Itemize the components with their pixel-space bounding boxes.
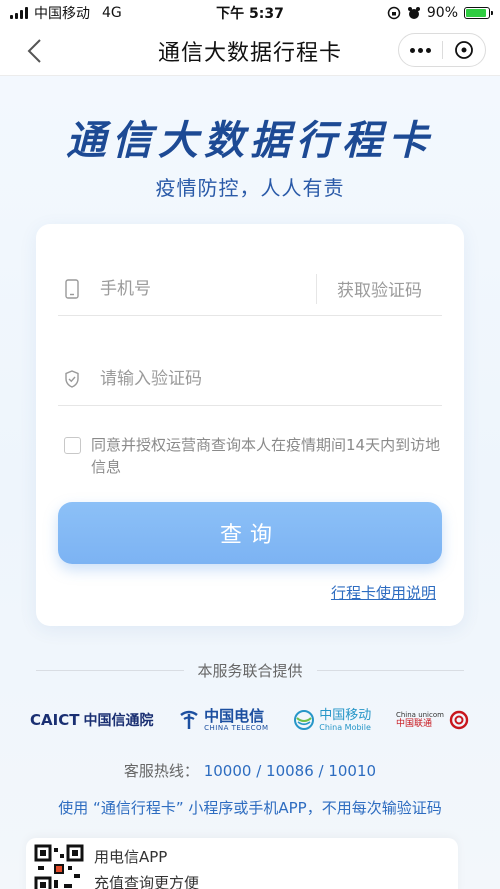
china-unicom-en: China unicom xyxy=(395,710,444,719)
phone-input[interactable] xyxy=(90,262,310,315)
phone-icon xyxy=(64,278,90,299)
caict-mark: CAICT xyxy=(30,711,80,729)
app-banner-subtitle: 充值查询更方便 xyxy=(94,874,200,889)
app-banner-title: 用电信APP xyxy=(94,848,168,866)
phone-field-row: 获取验证码 xyxy=(58,262,442,316)
battery-fill xyxy=(466,9,486,17)
telecom-app-banner[interactable]: 用电信APP 充值查询更方便 xyxy=(26,838,458,889)
signal-icon xyxy=(10,7,28,19)
code-input[interactable] xyxy=(90,352,420,405)
caict-name: 中国信通院 xyxy=(83,713,154,729)
promo-text[interactable]: 使用 “通信行程卡” 小程序或手机APP，不用每次输验证码 xyxy=(0,797,500,818)
nav-bar: 通信大数据行程卡 xyxy=(0,26,500,76)
china-mobile-name: 中国移动 xyxy=(319,708,372,723)
qr-code-icon xyxy=(34,844,84,889)
network-label: 4G xyxy=(102,5,122,21)
hotline-numbers[interactable]: 10000 / 10086 / 10010 xyxy=(204,762,376,780)
usage-guide-link[interactable]: 行程卡使用说明 xyxy=(331,582,436,603)
provided-by-row: 本服务联合提供 xyxy=(36,660,465,680)
battery-percent: 90% xyxy=(426,5,458,21)
shield-check-icon xyxy=(64,369,90,388)
china-telecom-name: 中国电信 xyxy=(204,707,265,725)
chevron-left-icon xyxy=(27,39,41,63)
caict-logo: CAICT 中国信通院 xyxy=(30,710,153,730)
back-button[interactable] xyxy=(22,36,50,66)
china-unicom-knot-icon xyxy=(449,710,469,730)
alarm-icon xyxy=(407,7,420,19)
status-left: 中国移动 4G xyxy=(10,3,180,23)
provider-logos: CAICT 中国信通院 中国电信 CHINA TELECOM 中国移动 Chin… xyxy=(30,700,470,740)
get-code-button[interactable]: 获取验证码 xyxy=(317,276,442,301)
status-time: 下午 5:37 xyxy=(216,6,284,22)
china-telecom-en: CHINA TELECOM xyxy=(204,724,269,732)
carrier-label: 中国移动 xyxy=(34,6,90,22)
agreement-text: 同意并授权运营商查询本人在疫情期间14天内到访地信息 xyxy=(91,436,441,476)
status-bar: 中国移动 4G 下午 5:37 90% xyxy=(0,0,500,26)
close-mini-program-button[interactable] xyxy=(443,34,486,66)
china-telecom-icon xyxy=(180,710,198,729)
code-field-row xyxy=(58,352,442,406)
query-form-card: 获取验证码 同意并授权运营商查询本人在疫情期间14天内到访地信息 查询 行程卡使… xyxy=(36,224,464,626)
china-mobile-logo: 中国移动 China Mobile xyxy=(293,708,371,732)
lock-rotation-icon xyxy=(387,6,401,20)
battery-icon xyxy=(464,7,493,19)
mini-program-capsule xyxy=(398,33,486,67)
divider-right xyxy=(316,669,465,671)
agree-checkbox[interactable] xyxy=(64,437,81,454)
hero-title: 通信大数据行程卡 xyxy=(66,118,434,164)
hotline: 客服热线： 10000 / 10086 / 10010 xyxy=(0,760,500,781)
more-dots-icon xyxy=(409,47,431,53)
china-unicom-name: 中国联通 xyxy=(395,718,432,729)
nav-title: 通信大数据行程卡 xyxy=(157,40,342,66)
agreement-row: 同意并授权运营商查询本人在疫情期间14天内到访地信息 xyxy=(64,434,444,478)
china-mobile-icon xyxy=(294,710,315,730)
china-mobile-en: China Mobile xyxy=(319,723,371,732)
divider-left xyxy=(36,669,184,671)
china-telecom-logo: 中国电信 CHINA TELECOM xyxy=(178,708,268,732)
hero-subtitle: 疫情防控，人人有责 xyxy=(155,176,345,200)
provided-by-label: 本服务联合提供 xyxy=(197,661,303,680)
hotline-label: 客服热线： xyxy=(123,762,199,780)
query-button[interactable]: 查询 xyxy=(58,502,442,564)
more-button[interactable] xyxy=(399,34,442,66)
china-unicom-logo: China unicom 中国联通 xyxy=(396,709,470,731)
status-right: 90% xyxy=(320,5,493,21)
close-circle-icon xyxy=(454,41,473,59)
